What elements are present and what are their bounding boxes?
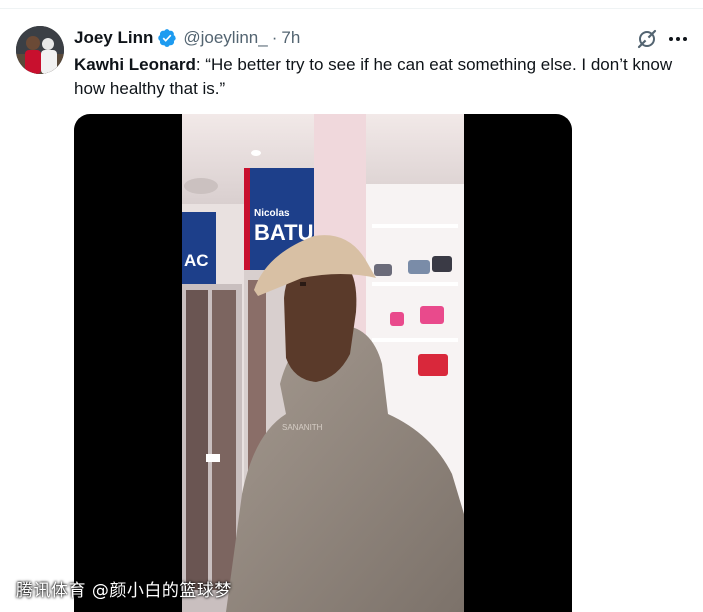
name-panel-left [182,212,216,284]
avatar-image [16,26,64,74]
video-frame: AC Nicolas BATUM SANANITH [182,114,464,612]
tweet-video[interactable]: AC Nicolas BATUM SANANITH [74,114,572,612]
tweet-header: Joey Linn @joeylinn_ · 7h [74,26,300,50]
more-options-icon[interactable] [667,30,689,48]
author-name[interactable]: Joey Linn [74,28,153,48]
tweet-text: Kawhi Leonard: “He better try to see if … [74,53,684,101]
grok-icon[interactable] [636,28,658,50]
top-divider [0,8,703,9]
author-handle[interactable]: @joeylinn_ [183,28,267,48]
verified-badge-icon [158,29,177,47]
author-avatar[interactable] [16,26,64,74]
speaker-name: Kawhi Leonard [74,55,196,74]
name-panel-left-text: AC [184,251,209,270]
tweet-time[interactable]: 7h [281,28,300,48]
watermark: 腾讯体育 @颜小白的篮球梦 [16,581,232,601]
separator-dot: · [271,28,278,47]
name-panel-first: Nicolas [254,208,290,219]
hoodie-text: SANANITH [282,423,323,432]
